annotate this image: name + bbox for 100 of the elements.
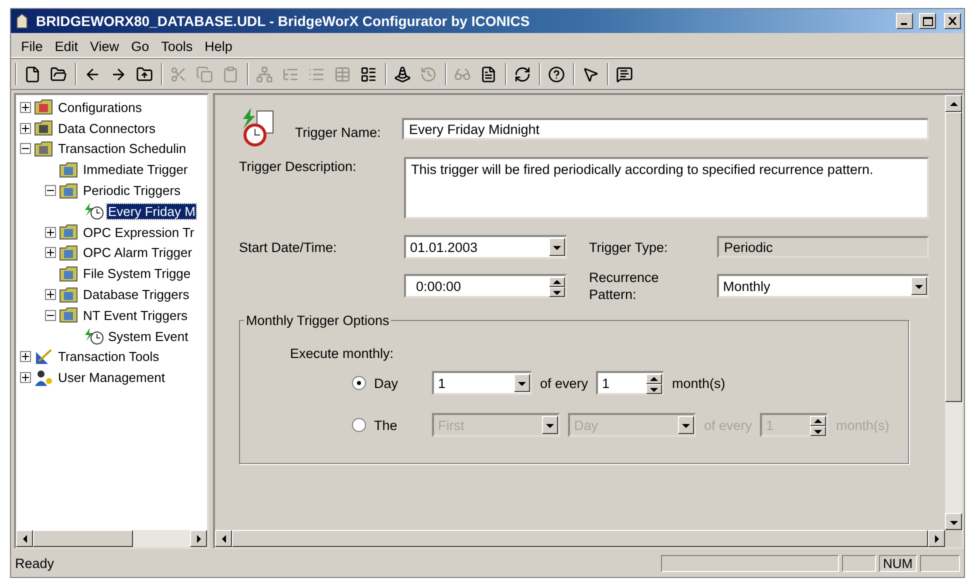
collapse-icon[interactable] <box>45 310 56 321</box>
folder-icon <box>34 119 54 138</box>
window-title: BRIDGEWORX80_DATABASE.UDL - BridgeWorX Configurator by ICONICS <box>36 13 531 29</box>
tree-item[interactable]: Configurations <box>57 100 143 115</box>
menu-item[interactable]: File <box>15 38 49 54</box>
up-arrow-icon <box>552 278 562 286</box>
tree-item[interactable]: Every Friday M <box>107 204 196 219</box>
context-help-icon <box>582 66 599 82</box>
tree-item[interactable]: File System Trigge <box>82 266 192 282</box>
up-arrow-icon <box>813 417 824 425</box>
about-icon <box>616 66 633 82</box>
tree-item[interactable]: NT Event Triggers <box>82 308 189 323</box>
copy-icon <box>196 66 213 82</box>
close-icon <box>948 17 957 25</box>
group-title: Monthly Trigger Options <box>245 313 390 328</box>
recurrence-dropdown[interactable]: Monthly <box>717 274 929 298</box>
field-label: Recurrence Pattern: <box>588 269 660 303</box>
spinner-field[interactable]: 1 <box>596 371 664 395</box>
right-arrow-icon <box>932 534 940 544</box>
tree-item[interactable]: Transaction Schedulin <box>57 141 188 156</box>
expand-icon[interactable] <box>45 289 56 300</box>
expand-icon[interactable] <box>20 351 31 362</box>
collapse-icon[interactable] <box>45 185 56 196</box>
panel-view-icon <box>360 66 377 82</box>
down-arrow-icon <box>649 385 660 393</box>
folder-icon <box>59 223 79 242</box>
field-label: Trigger Name: <box>295 124 382 140</box>
clock-icon <box>420 66 437 82</box>
left-arrow-icon <box>20 534 28 544</box>
collapse-icon[interactable] <box>20 143 31 154</box>
down-arrow-icon <box>813 427 824 435</box>
menu-item[interactable]: Tools <box>155 38 199 54</box>
app-icon <box>14 13 30 29</box>
expand-icon[interactable] <box>45 247 56 258</box>
tree-item[interactable]: Data Connectors <box>57 120 157 136</box>
folder-icon <box>59 306 79 324</box>
expand-icon[interactable] <box>20 122 31 134</box>
up-arrow-icon <box>948 100 958 108</box>
minimize-button[interactable] <box>896 13 913 29</box>
trigger-type-field: Periodic <box>717 236 929 258</box>
field-label: Trigger Description: <box>239 159 358 174</box>
status-panel <box>920 554 960 572</box>
option-label: month(s) <box>672 376 726 390</box>
lightning-clock-icon <box>84 327 104 346</box>
maximize-button[interactable] <box>919 13 936 29</box>
time-spinner[interactable]: 0:00:00 <box>404 274 567 298</box>
radio-button[interactable] <box>352 376 366 390</box>
field-label: Start Date/Time: <box>239 240 338 254</box>
help-icon <box>548 66 565 82</box>
option-label: of every <box>540 376 588 390</box>
new-file-icon <box>24 66 41 82</box>
tree-item[interactable]: System Event <box>107 328 190 344</box>
folder-icon <box>34 98 54 116</box>
menu-item[interactable]: Go <box>125 38 156 54</box>
left-arrow-icon <box>220 534 228 544</box>
folder-icon <box>34 140 54 158</box>
date-dropdown[interactable]: 01.01.2003 <box>404 235 567 259</box>
description-field[interactable]: This trigger will be fired periodically according to specified recurrence pattern. <box>404 157 929 219</box>
expand-icon[interactable] <box>45 226 56 238</box>
status-text: Ready <box>15 556 56 570</box>
ruler-triangle-icon <box>34 348 54 366</box>
horizontal-scrollbar[interactable] <box>215 530 962 547</box>
close-button[interactable] <box>944 13 961 29</box>
status-panel <box>842 554 876 572</box>
maximize-icon <box>922 16 932 26</box>
radio-label: Day <box>374 376 400 390</box>
tree-item[interactable]: Immediate Trigger <box>82 162 189 178</box>
tree-item[interactable]: Periodic Triggers <box>82 183 182 198</box>
expand-icon[interactable] <box>20 372 31 384</box>
down-arrow-icon <box>552 243 562 251</box>
size-box <box>945 530 962 547</box>
down-arrow-icon <box>545 421 555 429</box>
menu-item[interactable]: View <box>84 38 126 54</box>
tree-item[interactable]: OPC Alarm Trigger <box>82 245 194 260</box>
right-arrow-icon <box>194 534 202 544</box>
folder-icon <box>59 182 79 200</box>
lightning-clock-icon <box>84 202 104 220</box>
folder-icon <box>59 160 79 179</box>
down-arrow-icon <box>914 282 924 290</box>
tree-item[interactable]: User Management <box>57 370 166 386</box>
paste-icon <box>222 66 239 82</box>
refresh-icon <box>514 66 531 82</box>
menu-item[interactable]: Help <box>198 38 238 54</box>
dropdown[interactable]: 1 <box>432 371 532 395</box>
horizontal-scrollbar[interactable] <box>16 530 207 547</box>
down-arrow-icon <box>517 379 527 387</box>
folder-icon <box>59 264 79 283</box>
tree-item[interactable]: Database Triggers <box>82 287 190 302</box>
down-arrow-icon <box>681 421 691 429</box>
tree-item[interactable]: OPC Expression Tr <box>82 224 196 240</box>
folder-up-icon <box>136 66 153 82</box>
folder-icon <box>59 286 79 304</box>
tree-item[interactable]: Transaction Tools <box>57 349 160 364</box>
vertical-scrollbar[interactable] <box>945 95 962 530</box>
large-icons-view-icon <box>256 66 273 82</box>
users-icon <box>34 368 54 387</box>
trigger-name-field[interactable]: Every Friday Midnight <box>402 118 929 140</box>
expand-icon[interactable] <box>20 102 31 113</box>
menu-item[interactable]: Edit <box>48 38 84 54</box>
document-icon <box>480 66 497 82</box>
